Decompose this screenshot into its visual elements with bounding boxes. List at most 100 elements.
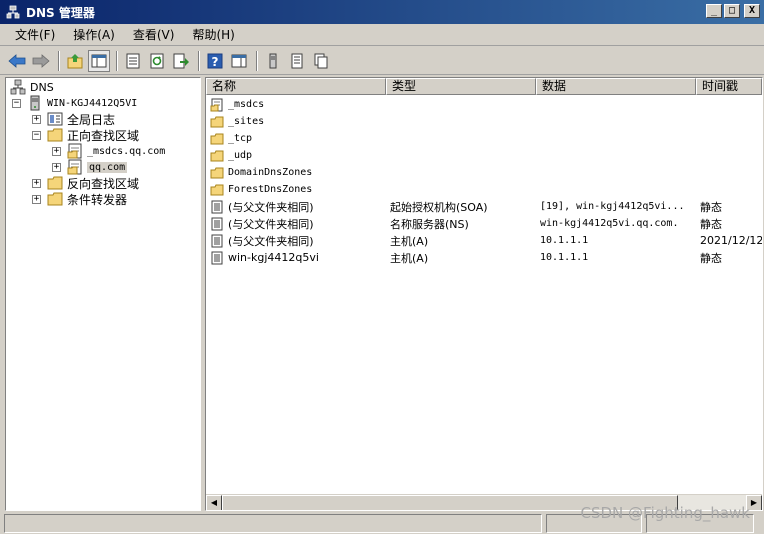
tree-item-zone-qq[interactable]: + qq.com [52, 159, 128, 175]
record-icon [211, 217, 223, 230]
tree-item-conditional-forwarders[interactable]: + 条件转发器 [32, 191, 127, 207]
expand-toggle[interactable]: + [32, 194, 41, 204]
cell-type: 主机(A) [390, 234, 429, 248]
table-row[interactable]: _sites [206, 113, 762, 130]
column-header-name[interactable]: 名称 [206, 78, 386, 95]
table-row[interactable]: DomainDnsZones [206, 164, 762, 181]
expand-toggle[interactable]: + [32, 114, 41, 124]
record-name: win-kgj4412q5vi [228, 251, 319, 264]
cell-data: win-kgj4412q5vi.qq.com. [540, 218, 679, 229]
properties-button[interactable] [122, 50, 144, 72]
tree-label: DNS [30, 80, 54, 94]
folder-icon [210, 116, 224, 127]
back-icon [8, 53, 26, 68]
tree-item-forward-lookup-zones[interactable]: − 正向查找区域 [32, 127, 139, 143]
list-view-button[interactable] [286, 50, 308, 72]
show-hide-action-pane-icon [231, 54, 247, 67]
menu-view[interactable]: 查看(V) [124, 26, 184, 43]
up-one-level-button[interactable] [64, 50, 86, 72]
expand-toggle[interactable]: + [52, 162, 61, 172]
show-hide-tree-icon [91, 54, 107, 67]
help-button[interactable]: ? [204, 50, 226, 72]
record-name: _msdcs [228, 99, 265, 110]
record-name: (与父文件夹相同) [228, 234, 314, 248]
zone-icon [67, 159, 82, 175]
cell-data: [19], win-kgj4412q5vi... [540, 201, 685, 212]
properties-icon [126, 53, 140, 68]
console-tree[interactable]: DNS − WIN-KGJ4412Q5VI + 全局日志 − 正向查找区域 + … [5, 77, 201, 511]
expand-toggle[interactable]: + [52, 146, 61, 156]
table-row[interactable]: _udp [206, 147, 762, 164]
menu-bar: 文件(F) 操作(A) 查看(V) 帮助(H) [0, 24, 764, 46]
maximize-button[interactable]: □ [724, 4, 740, 18]
menu-help[interactable]: 帮助(H) [183, 26, 243, 43]
close-button[interactable]: X [744, 4, 760, 18]
dns-app-icon [6, 5, 20, 19]
scroll-left-button[interactable]: ◀ [206, 495, 222, 510]
dns-root-icon [10, 79, 26, 95]
menu-file[interactable]: 文件(F) [6, 26, 64, 43]
status-panel [4, 514, 542, 533]
toolbar-separator [256, 50, 258, 71]
show-hide-action-pane-button[interactable] [228, 50, 250, 72]
table-row[interactable]: win-kgj4412q5vi 主机(A) 10.1.1.1 静态 [206, 249, 762, 266]
list-icon [291, 53, 303, 68]
show-hide-tree-button[interactable] [88, 49, 110, 72]
table-row[interactable]: (与父文件夹相同) 起始授权机构(SOA) [19], win-kgj4412q5v… [206, 198, 762, 215]
tree-item-server[interactable]: − WIN-KGJ4412Q5VI [12, 95, 137, 111]
expand-toggle[interactable]: + [32, 178, 41, 188]
table-row[interactable]: ForestDnsZones [206, 181, 762, 198]
tree-item-zone-msdcs[interactable]: + _msdcs.qq.com [52, 143, 165, 159]
cell-name: (与父文件夹相同) [206, 216, 386, 232]
menu-action[interactable]: 操作(A) [64, 26, 124, 43]
export-list-icon [173, 53, 189, 68]
folder-icon [47, 192, 63, 206]
tree-label: 全局日志 [67, 112, 116, 127]
forward-button[interactable] [30, 50, 52, 72]
copy-icon [314, 53, 328, 68]
table-row[interactable]: (与父文件夹相同) 主机(A) 10.1.1.1 2021/12/12 [206, 232, 762, 249]
tree-item-dns-root[interactable]: DNS [10, 79, 54, 95]
table-row[interactable]: (与父文件夹相同) 名称服务器(NS) win-kgj4412q5vi.qq.com… [206, 215, 762, 232]
tree-item-reverse-lookup-zones[interactable]: + 反向查找区域 [32, 175, 139, 191]
delegated-zone-icon [210, 98, 223, 111]
folder-icon [210, 167, 224, 178]
cell-data: 10.1.1.1 [540, 235, 589, 246]
cell-timestamp: 2021/12/12 [700, 234, 762, 247]
table-row[interactable]: _tcp [206, 130, 762, 147]
list-header: 名称 类型 数据 时间戳 [206, 78, 762, 95]
toolbar-separator [116, 50, 118, 71]
tree-label: _msdcs.qq.com [87, 145, 166, 157]
record-name: DomainDnsZones [228, 167, 313, 178]
server-icon [30, 95, 40, 111]
back-button[interactable] [6, 50, 28, 72]
table-row[interactable]: _msdcs [206, 96, 762, 113]
copy-button[interactable] [310, 50, 332, 72]
cell-name: win-kgj4412q5vi [206, 251, 386, 265]
collapse-toggle[interactable]: − [32, 130, 41, 140]
results-list[interactable]: 名称 类型 数据 时间戳 _msdcs _sites _tcp _udp DomainD… [205, 77, 763, 511]
column-header-timestamp[interactable]: 时间戳 [696, 78, 762, 95]
cell-type: 起始授权机构(SOA) [390, 200, 488, 214]
folder-icon [47, 176, 63, 190]
title-bar: DNS 管理器 _ □ X [0, 0, 764, 24]
column-header-data[interactable]: 数据 [536, 78, 696, 95]
cell-timestamp: 静态 [700, 217, 722, 231]
record-name: _tcp [228, 133, 253, 144]
record-name: _sites [228, 116, 265, 127]
cell-type: 名称服务器(NS) [390, 217, 469, 231]
toolbar: ? [0, 47, 764, 75]
tree-label: WIN-KGJ4412Q5VI [47, 97, 138, 109]
column-header-type[interactable]: 类型 [386, 78, 536, 95]
cell-name: _sites [206, 115, 386, 129]
refresh-button[interactable] [146, 50, 168, 72]
export-list-button[interactable] [170, 50, 192, 72]
folder-icon [47, 128, 63, 142]
collapse-toggle[interactable]: − [12, 98, 21, 108]
server-icon [269, 53, 277, 68]
cell-name: _udp [206, 149, 386, 163]
record-icon [211, 234, 223, 247]
tree-item-global-logs[interactable]: + 全局日志 [32, 111, 115, 127]
server-button[interactable] [262, 50, 284, 72]
minimize-button[interactable]: _ [706, 4, 722, 18]
